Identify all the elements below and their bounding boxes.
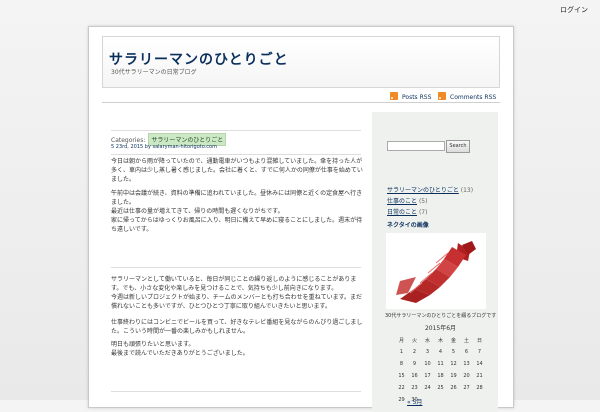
calendar-day: 23: [411, 385, 418, 391]
sidebar: Search サラリーマンのひとりごと (13) 仕事のこと (5) 日常のこと…: [372, 112, 498, 412]
weekday-label: 火: [411, 337, 417, 344]
calendar-day: 12: [450, 361, 457, 367]
calendar-day: 21: [476, 373, 483, 379]
calendar-day: 27: [463, 385, 470, 391]
calendar-day: 13: [463, 361, 470, 367]
calendar-day: 5: [451, 349, 456, 355]
calendar-day: 28: [476, 385, 483, 391]
calendar-day: 26: [450, 385, 457, 391]
category-count: (13): [460, 187, 474, 194]
weekday-label: 木: [437, 337, 443, 344]
calendar-day: 10: [424, 361, 431, 367]
calendar-week: 15 16 17 18 19 20 21: [395, 370, 486, 382]
tie-icon: [396, 241, 476, 303]
posts-rss-link[interactable]: Posts RSS: [390, 92, 431, 101]
site-title[interactable]: サラリーマンのひとりごと: [109, 49, 289, 69]
post-paragraph: 仕事終わりにはコンビニでビールを買って、好きなテレビ番組を見ながらのんびり過ごし…: [111, 319, 363, 335]
site-header: サラリーマンのひとりごと 30代サラリーマンの日常ブログ: [102, 36, 500, 88]
calendar-day: 19: [450, 373, 457, 379]
post-paragraph: 最後まで読んでいただきありがとうございました。: [111, 350, 249, 357]
post-paragraph: 今週は新しいプロジェクトが始まり、チームのメンバーとも打ち合わせを重ねています。…: [111, 294, 362, 310]
post-paragraph: 最近は仕事の量が増えてきて、帰りの時間も遅くなりがちです。: [111, 208, 284, 215]
calendar-day: 6: [464, 349, 469, 355]
widget-title: ネクタイの画像: [387, 222, 429, 229]
tie-image[interactable]: [386, 233, 486, 309]
category-count: (7): [418, 209, 428, 216]
post-paragraph: 午前中は会議が続き、資料の準備に追われていました。昼休みには同僚と近くの定食屋へ…: [111, 190, 363, 206]
calendar-day: 16: [411, 373, 418, 379]
search-input[interactable]: [387, 141, 445, 151]
category-list: サラリーマンのひとりごと (13) 仕事のこと (5) 日常のこと (7): [387, 185, 473, 218]
category-item[interactable]: サラリーマンのひとりごと (13): [387, 185, 473, 196]
calendar-day: 24: [424, 385, 431, 391]
calendar-day: [421, 394, 434, 406]
calendar-day: 9: [412, 361, 417, 367]
calendar-day: [460, 394, 473, 406]
divider: [111, 154, 361, 155]
calendar-day: [447, 394, 460, 406]
calendar-caption: 2015年6月: [424, 325, 457, 332]
calendar-day: [434, 394, 447, 406]
calendar-day: [473, 394, 486, 406]
calendar-day: 17: [424, 373, 431, 379]
comments-rss-label: Comments RSS: [450, 94, 497, 101]
rss-bar: Posts RSS Comments RSS: [102, 91, 500, 103]
calendar-day: 25: [437, 385, 444, 391]
categories-label: Categories:: [111, 137, 146, 144]
search-button[interactable]: Search: [446, 140, 470, 153]
calendar-day: 7: [477, 349, 482, 355]
calendar-day: 22: [398, 385, 405, 391]
calendar-day: 15: [398, 373, 405, 379]
weekday-label: 水: [424, 337, 430, 344]
divider: [111, 391, 361, 392]
post-meta: 5 23rd, 2015 by salaryman-hitorigoto.com: [111, 144, 217, 150]
weekday-label: 月: [398, 337, 404, 344]
calendar-day: 2: [412, 349, 417, 355]
category-link[interactable]: 仕事のこと: [387, 198, 417, 205]
calendar-day: 14: [476, 361, 483, 367]
calendar-day: 20: [463, 373, 470, 379]
calendar-week: 22 23 24 25 26 27 28: [395, 382, 486, 394]
calendar-day: 8: [399, 361, 404, 367]
post-paragraph: 家に帰ってからはゆっくりお風呂に入り、明日に備えて早めに寝ることにしました。週末…: [111, 217, 363, 233]
category-count: (5): [418, 198, 428, 205]
calendar: 2015年6月 月 火 水 木 金 土 日 1 2 3 4 5 6 7 8 9 …: [395, 323, 486, 406]
weekday-label: 金: [450, 337, 456, 344]
posts-rss-label: Posts RSS: [402, 94, 432, 101]
rss-icon: [438, 92, 446, 100]
calendar-day: 18: [437, 373, 444, 379]
calendar-day: 3: [425, 349, 430, 355]
calendar-week: 1 2 3 4 5 6 7: [395, 346, 486, 358]
site-description: 30代サラリーマンの日常ブログ: [111, 69, 197, 76]
weekday-label: 土: [463, 337, 469, 344]
post-paragraph: 今日は朝から雨が降っていたので、通勤電車がいつもより混雑していました。傘を持った…: [111, 158, 363, 183]
calendar-header-row: 月 火 水 木 金 土 日: [395, 334, 486, 346]
divider: [111, 130, 361, 131]
calendar-day: 1: [399, 349, 404, 355]
post-paragraph: 明日も頑張りたいと思います。: [111, 341, 195, 348]
category-item[interactable]: 日常のこと (7): [387, 207, 473, 218]
category-link[interactable]: サラリーマンのひとりごと: [387, 187, 459, 194]
divider: [111, 267, 361, 268]
calendar-prev-link[interactable]: « 5月: [407, 397, 422, 406]
category-item[interactable]: 仕事のこと (5): [387, 196, 473, 207]
page-container: サラリーマンのひとりごと 30代サラリーマンの日常ブログ Posts RSS C…: [88, 26, 514, 412]
comments-rss-link[interactable]: Comments RSS: [438, 92, 496, 101]
calendar-week: 8 9 10 11 12 13 14: [395, 358, 486, 370]
calendar-day: 4: [438, 349, 443, 355]
category-link[interactable]: 日常のこと: [387, 209, 417, 216]
calendar-day: 11: [437, 361, 444, 367]
login-link[interactable]: ログイン: [560, 5, 588, 15]
image-caption: 30代サラリーマンのひとりごとを綴るブログです: [385, 313, 497, 319]
post-paragraph: サラリーマンとして働いていると、毎日が同じことの繰り返しのように感じることがあり…: [111, 276, 357, 292]
weekday-label: 日: [476, 337, 482, 344]
rss-icon: [390, 92, 398, 100]
